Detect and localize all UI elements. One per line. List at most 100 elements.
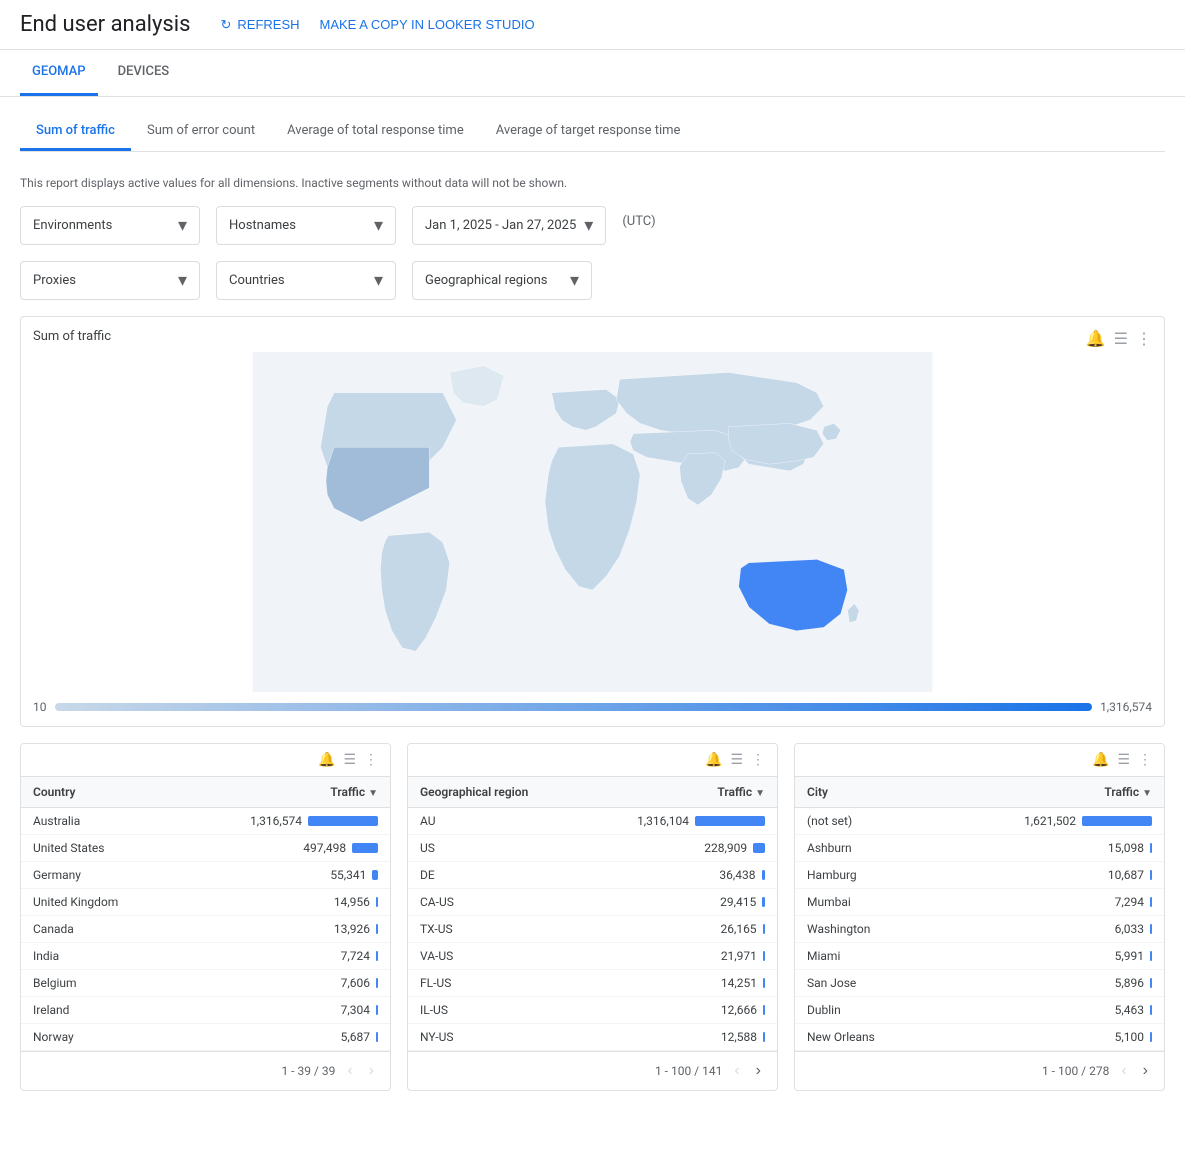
bar-cell: 1,316,104	[592, 814, 765, 828]
traffic-bar	[762, 897, 765, 907]
subtab-total-response[interactable]: Average of total response time	[271, 113, 480, 151]
countries-table-header-icons: 🔔 ☰ ⋮	[21, 744, 390, 777]
table-row: FL-US14,251	[408, 970, 777, 997]
row-col2: 5,896	[934, 970, 1164, 997]
georegions-table-card: 🔔 ☰ ⋮ Geographical region Traffic ▼ AU 1,…	[407, 743, 778, 1091]
cities-filter-icon[interactable]: ☰	[1117, 752, 1130, 768]
row-col2: 26,165	[580, 916, 777, 943]
countries-bell-icon[interactable]: 🔔	[318, 752, 335, 768]
app-header: End user analysis ↻ REFRESH MAKE A COPY …	[0, 0, 1185, 50]
countries-col2-header[interactable]: Traffic ▼	[175, 777, 390, 808]
row-col1: TX-US	[408, 916, 580, 943]
row-value: 7,294	[1115, 895, 1144, 909]
row-col2: 7,724	[175, 943, 390, 970]
row-value: 12,588	[721, 1030, 757, 1044]
row-col2: 5,991	[934, 943, 1164, 970]
filter-icon[interactable]: ☰	[1114, 329, 1128, 348]
bar-cell: 21,971	[592, 949, 765, 963]
hostnames-arrow: ▾	[374, 215, 383, 236]
row-col1: Hamburg	[795, 862, 934, 889]
proxies-arrow: ▾	[178, 270, 187, 291]
row-col1: NY-US	[408, 1024, 580, 1051]
georegions-table-header-icons: 🔔 ☰ ⋮	[408, 744, 777, 777]
bar-cell: 13,926	[187, 922, 378, 936]
traffic-bar	[376, 1005, 378, 1015]
georegions-next-btn[interactable]: ›	[752, 1060, 765, 1082]
countries-filter[interactable]: Countries ▾	[216, 261, 396, 300]
georegions-prev-btn[interactable]: ‹	[730, 1060, 743, 1082]
cities-prev-btn[interactable]: ‹	[1117, 1060, 1130, 1082]
bell-icon[interactable]: 🔔	[1086, 329, 1106, 348]
subtab-target-response[interactable]: Average of target response time	[480, 113, 697, 151]
georegions-col1-header: Geographical region	[408, 777, 580, 808]
traffic-bar	[763, 978, 765, 988]
utc-label: (UTC)	[622, 206, 655, 245]
map-actions: 🔔 ☰ ⋮	[1086, 329, 1152, 348]
cities-more-icon[interactable]: ⋮	[1138, 752, 1152, 768]
main-tabs: GEOMAP DEVICES	[0, 50, 1185, 97]
row-col2: 7,606	[175, 970, 390, 997]
traffic-bar	[1150, 1005, 1152, 1015]
row-col2: 497,498	[175, 835, 390, 862]
traffic-bar	[763, 1005, 765, 1015]
georegions-more-icon[interactable]: ⋮	[751, 752, 765, 768]
traffic-bar	[376, 897, 378, 907]
georegions-filter[interactable]: Geographical regions ▾	[412, 261, 592, 300]
table-row: Canada13,926	[21, 916, 390, 943]
subtab-error-count[interactable]: Sum of error count	[131, 113, 271, 151]
bar-cell: 228,909	[592, 841, 765, 855]
cities-bell-icon[interactable]: 🔔	[1092, 752, 1109, 768]
countries-col1-header: Country	[21, 777, 175, 808]
traffic-bar	[376, 978, 378, 988]
row-col2: 1,316,104	[580, 808, 777, 835]
bar-cell: 7,606	[187, 976, 378, 990]
traffic-bar	[763, 951, 765, 961]
table-row: New Orleans 5,100	[795, 1024, 1164, 1051]
countries-prev-btn[interactable]: ‹	[343, 1060, 356, 1082]
more-icon[interactable]: ⋮	[1136, 329, 1152, 348]
table-row: NY-US 12,588	[408, 1024, 777, 1051]
header-actions: ↻ REFRESH MAKE A COPY IN LOOKER STUDIO	[220, 17, 534, 33]
countries-next-btn[interactable]: ›	[365, 1060, 378, 1082]
georegions-col2-header[interactable]: Traffic ▼	[580, 777, 777, 808]
countries-filter-icon[interactable]: ☰	[343, 752, 356, 768]
copy-button[interactable]: MAKE A COPY IN LOOKER STUDIO	[320, 17, 535, 32]
table-row: Australia1,316,574	[21, 808, 390, 835]
bar-cell: 14,956	[187, 895, 378, 909]
georegions-bell-icon[interactable]: 🔔	[705, 752, 722, 768]
table-row: CA-US29,415	[408, 889, 777, 916]
hostnames-filter[interactable]: Hostnames ▾	[216, 206, 396, 245]
countries-table-card: 🔔 ☰ ⋮ Country Traffic ▼ Australia1,316,5…	[20, 743, 391, 1091]
row-col2: 7,304	[175, 997, 390, 1024]
row-col1: New Orleans	[795, 1024, 934, 1051]
refresh-button[interactable]: ↻ REFRESH	[220, 17, 299, 33]
row-col1: India	[21, 943, 175, 970]
row-col1: AU	[408, 808, 580, 835]
table-row: IL-US12,666	[408, 997, 777, 1024]
cities-col2-header[interactable]: Traffic ▼	[934, 777, 1164, 808]
row-col1: Washington	[795, 916, 934, 943]
georegions-table-footer: 1 - 100 / 141 ‹ ›	[408, 1051, 777, 1090]
environments-label: Environments	[33, 218, 112, 233]
countries-more-icon[interactable]: ⋮	[364, 752, 378, 768]
row-col1: (not set)	[795, 808, 934, 835]
proxies-label: Proxies	[33, 273, 76, 288]
row-value: 14,956	[334, 895, 370, 909]
georegions-filter-icon[interactable]: ☰	[730, 752, 743, 768]
tab-devices[interactable]: DEVICES	[106, 50, 182, 96]
bar-cell: 5,463	[946, 1003, 1152, 1017]
bar-cell: 5,100	[946, 1030, 1152, 1044]
cities-next-btn[interactable]: ›	[1139, 1060, 1152, 1082]
filter-row-2: Proxies ▾ Countries ▾ Geographical regio…	[20, 261, 1165, 300]
traffic-bar	[753, 843, 765, 853]
row-col1: Ashburn	[795, 835, 934, 862]
proxies-filter[interactable]: Proxies ▾	[20, 261, 200, 300]
subtab-sum-traffic[interactable]: Sum of traffic	[20, 113, 131, 151]
daterange-filter[interactable]: Jan 1, 2025 - Jan 27, 2025 ▾	[412, 206, 606, 245]
row-col1: Norway	[21, 1024, 175, 1051]
cities-table-card: 🔔 ☰ ⋮ City Traffic ▼ (not set)1,621,502A…	[794, 743, 1165, 1091]
row-col2: 15,098	[934, 835, 1164, 862]
table-row: TX-US26,165	[408, 916, 777, 943]
environments-filter[interactable]: Environments ▾	[20, 206, 200, 245]
tab-geomap[interactable]: GEOMAP	[20, 50, 98, 96]
